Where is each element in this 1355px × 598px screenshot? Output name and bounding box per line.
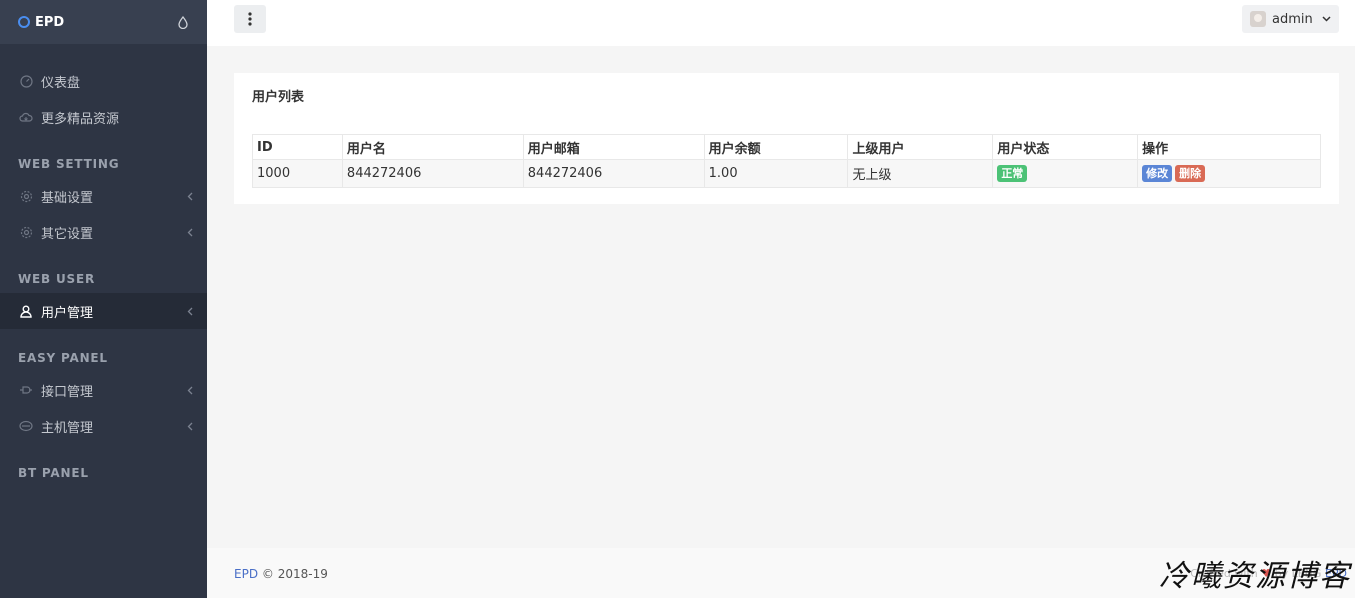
user-icon — [19, 304, 33, 318]
chevron-left-icon — [186, 421, 194, 431]
card-title: 用户列表 — [252, 90, 305, 105]
sidebar-item-label: 更多精品资源 — [41, 111, 120, 127]
column-header: 操作 — [1137, 134, 1321, 160]
cell-id: 1000 — [252, 159, 343, 188]
column-header: 用户余额 — [703, 134, 849, 160]
more-menu-button[interactable] — [234, 5, 266, 33]
copyright-text: © 2018-19 — [261, 567, 328, 581]
column-header: 用户邮箱 — [522, 134, 705, 160]
sidebar-item-label: 仪表盘 — [41, 75, 81, 91]
cell-parent: 无上级 — [847, 159, 994, 188]
chevron-left-icon — [186, 191, 194, 201]
brand[interactable]: EPD — [0, 0, 207, 44]
section-heading: BT PANEL — [18, 466, 89, 480]
sidebar-item-host-management[interactable]: 主机管理 — [0, 408, 207, 444]
footer: EPD © 2018-19 Crafted with ♥ by LENG EPD… — [207, 548, 1355, 598]
cell-username: 844272406 — [341, 159, 524, 188]
chevron-left-icon — [186, 227, 194, 237]
column-header: 用户状态 — [992, 134, 1139, 160]
vertical-dots-icon — [248, 12, 252, 26]
sidebar-item-label: 基础设置 — [41, 190, 94, 206]
status-badge: 正常 — [997, 165, 1028, 182]
plug-icon — [19, 383, 33, 397]
cell-actions: 修改 删除 — [1137, 159, 1321, 188]
sidebar-item-dashboard[interactable]: 仪表盘 — [0, 63, 207, 99]
sidebar-item-api-management[interactable]: 接口管理 — [0, 372, 207, 408]
sidebar-item-basic-settings[interactable]: 基础设置 — [0, 178, 207, 214]
delete-button[interactable]: 删除 — [1175, 165, 1206, 182]
sidebar-item-user-management[interactable]: 用户管理 — [0, 293, 207, 329]
section-heading: WEB USER — [18, 272, 95, 286]
drop-icon[interactable] — [177, 15, 189, 29]
table-row: 1000 844272406 844272406 1.00 无上级 正常 修改删… — [252, 159, 1321, 188]
user-name: admin — [1272, 11, 1313, 27]
sidebar-nav: 仪表盘 更多精品资源 WEB SETTING 基础设置 其它设置 WEB USE… — [0, 44, 207, 487]
topbar: admin — [207, 0, 1355, 46]
column-header: 用户名 — [341, 134, 524, 160]
column-header: 上级用户 — [847, 134, 994, 160]
footer-brand-link[interactable]: EPD — [234, 567, 258, 581]
user-menu[interactable]: admin — [1242, 5, 1339, 33]
cell-email: 844272406 — [522, 159, 705, 188]
sidebar-item-label: 接口管理 — [41, 384, 94, 400]
dashboard-icon — [19, 74, 33, 88]
avatar — [1250, 11, 1266, 27]
column-header: ID — [252, 134, 343, 160]
table-header-row: ID 用户名 用户邮箱 用户余额 上级用户 用户状态 操作 — [252, 134, 1321, 160]
sidebar-item-label: 主机管理 — [41, 420, 94, 436]
sidebar-item-label: 其它设置 — [41, 226, 94, 242]
section-heading: WEB SETTING — [18, 157, 120, 171]
logo-ring-icon — [18, 16, 30, 28]
sidebar-item-more-resources[interactable]: 更多精品资源 — [0, 99, 207, 135]
user-list-card: 用户列表 ID 用户名 用户邮箱 用户余额 上级用户 用户状态 操作 1000 … — [234, 73, 1339, 204]
user-table: ID 用户名 用户邮箱 用户余额 上级用户 用户状态 操作 1000 84427… — [252, 134, 1321, 188]
chevron-left-icon — [186, 385, 194, 395]
sidebar-item-other-settings[interactable]: 其它设置 — [0, 214, 207, 250]
section-heading: EASY PANEL — [18, 351, 108, 365]
footer-copyright: EPD © 2018-19 — [234, 567, 328, 581]
server-icon — [19, 419, 33, 433]
cell-balance: 1.00 — [703, 159, 849, 188]
cell-status: 正常 — [992, 159, 1139, 188]
edit-button[interactable]: 修改 — [1142, 165, 1173, 182]
chevron-down-icon — [1322, 16, 1331, 22]
sidebar-item-label: 用户管理 — [41, 305, 94, 321]
cloud-icon — [19, 110, 33, 124]
chevron-left-icon — [186, 306, 194, 316]
sidebar: EPD 仪表盘 更多精品资源 WEB SETTING 基础设置 其它设置 WEB… — [0, 0, 207, 598]
brand-name: EPD — [35, 14, 65, 30]
gear-icon — [19, 189, 33, 203]
gear-icon — [19, 225, 33, 239]
watermark: 冷曦资源博客 — [1159, 559, 1351, 594]
